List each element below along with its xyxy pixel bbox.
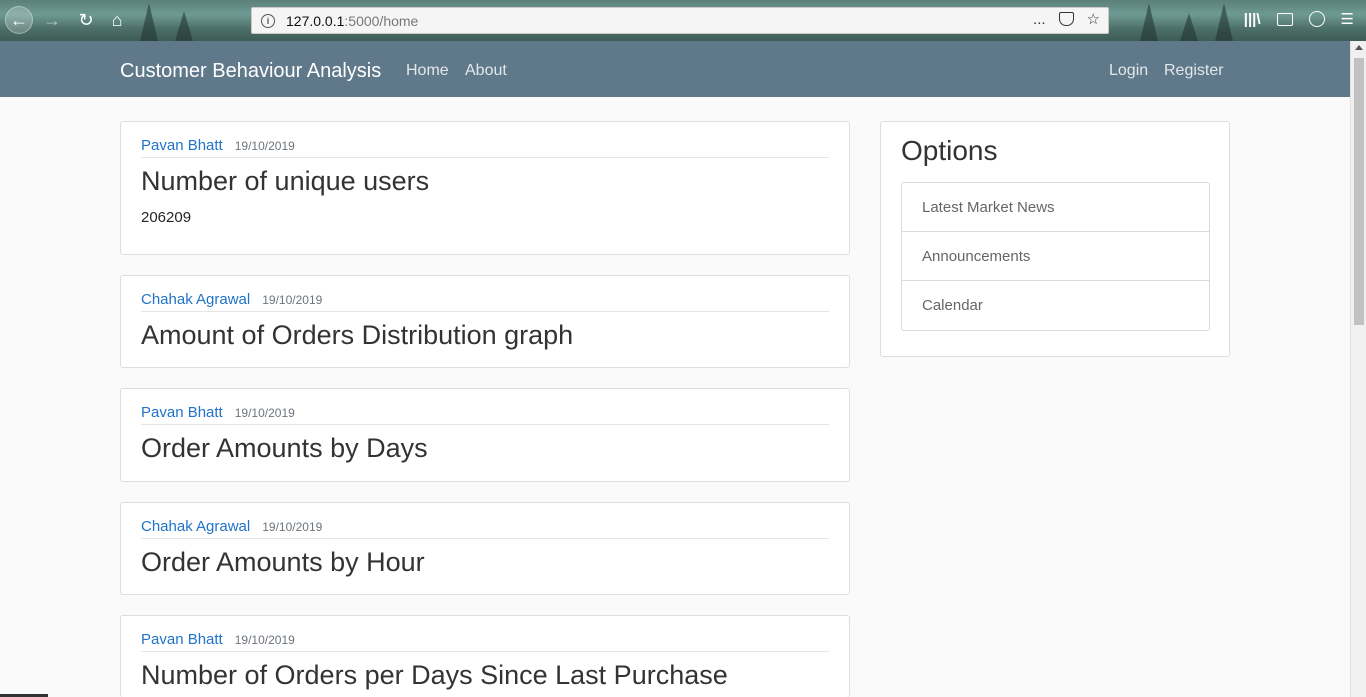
- nav-about-link[interactable]: About: [465, 62, 507, 80]
- background-tree: [1140, 3, 1158, 41]
- url-path: :5000/home: [344, 12, 419, 29]
- forward-button[interactable]: →: [38, 6, 66, 34]
- background-tree: [1180, 13, 1198, 41]
- background-tree: [1215, 3, 1233, 41]
- menu-icon[interactable]: ☰: [1341, 10, 1354, 28]
- background-tree: [175, 11, 193, 41]
- post-card: Pavan Bhatt 19/10/2019 Order Amounts by …: [120, 388, 850, 482]
- library-icon[interactable]: |||\: [1244, 11, 1261, 28]
- post-date: 19/10/2019: [234, 633, 295, 647]
- options-list: Latest Market News Announcements Calenda…: [901, 182, 1210, 331]
- background-tree: [140, 3, 158, 41]
- browser-toolbar: ← → ↻ ⌂ i 127.0.0.1:5000/home ... ☆ |||\…: [0, 0, 1366, 41]
- site-brand[interactable]: Customer Behaviour Analysis: [120, 60, 381, 83]
- page-scrollbar[interactable]: [1350, 41, 1366, 697]
- nav-register-link[interactable]: Register: [1164, 62, 1224, 80]
- sidebar-item-calendar[interactable]: Calendar: [902, 281, 1209, 330]
- scroll-up-icon[interactable]: [1355, 45, 1363, 50]
- post-date: 19/10/2019: [234, 406, 295, 420]
- info-icon[interactable]: i: [261, 13, 275, 28]
- nav-login-link[interactable]: Login: [1109, 62, 1148, 80]
- url-bar[interactable]: i 127.0.0.1:5000/home ... ☆: [251, 7, 1109, 34]
- sidebar-toggle-icon[interactable]: [1276, 12, 1293, 26]
- post-card: Chahak Agrawal 19/10/2019 Order Amounts …: [120, 502, 850, 595]
- sidebar-title: Options: [901, 135, 998, 166]
- post-author-link[interactable]: Pavan Bhatt: [141, 631, 223, 648]
- home-icon: ⌂: [111, 9, 123, 30]
- post-title-link[interactable]: Number of Orders per Days Since Last Pur…: [141, 659, 829, 691]
- reload-icon: ↻: [78, 9, 94, 30]
- post-title-link[interactable]: Order Amounts by Days: [141, 432, 829, 464]
- site-navbar: Customer Behaviour Analysis Home About L…: [0, 41, 1350, 97]
- post-title-link[interactable]: Order Amounts by Hour: [141, 546, 829, 578]
- bookmark-star-icon[interactable]: ☆: [1087, 10, 1100, 28]
- post-meta: Pavan Bhatt 19/10/2019: [141, 616, 829, 652]
- post-card: Pavan Bhatt 19/10/2019 Number of Orders …: [120, 615, 850, 697]
- pocket-icon[interactable]: [1058, 12, 1074, 26]
- more-actions-icon[interactable]: ...: [1033, 11, 1046, 28]
- post-date: 19/10/2019: [234, 139, 295, 153]
- post-title-link[interactable]: Amount of Orders Distribution graph: [141, 319, 829, 351]
- sidebar-item-announcements[interactable]: Announcements: [902, 232, 1209, 281]
- post-meta: Pavan Bhatt 19/10/2019: [141, 122, 829, 158]
- scroll-thumb[interactable]: [1354, 58, 1364, 325]
- post-author-link[interactable]: Chahak Agrawal: [141, 518, 250, 535]
- post-meta: Pavan Bhatt 19/10/2019: [141, 389, 829, 425]
- post-meta: Chahak Agrawal 19/10/2019: [141, 503, 829, 539]
- account-icon[interactable]: [1308, 11, 1325, 27]
- post-meta: Chahak Agrawal 19/10/2019: [141, 276, 829, 312]
- post-date: 19/10/2019: [262, 520, 323, 534]
- arrow-right-icon: →: [43, 9, 61, 30]
- back-button[interactable]: ←: [5, 6, 33, 34]
- home-button[interactable]: ⌂: [103, 6, 131, 34]
- arrow-left-icon: ←: [10, 9, 28, 30]
- options-sidebar: Options Latest Market News Announcements…: [880, 121, 1230, 357]
- post-content: 206209: [141, 209, 192, 226]
- sidebar-item-latest-market-news[interactable]: Latest Market News: [902, 183, 1209, 232]
- url-host: 127.0.0.1: [286, 12, 345, 29]
- post-title-link[interactable]: Number of unique users: [141, 165, 829, 197]
- post-date: 19/10/2019: [262, 293, 323, 307]
- post-card: Chahak Agrawal 19/10/2019 Amount of Orde…: [120, 275, 850, 368]
- nav-home-link[interactable]: Home: [406, 62, 449, 80]
- post-author-link[interactable]: Pavan Bhatt: [141, 404, 223, 421]
- post-author-link[interactable]: Pavan Bhatt: [141, 137, 223, 154]
- post-author-link[interactable]: Chahak Agrawal: [141, 291, 250, 308]
- post-card: Pavan Bhatt 19/10/2019 Number of unique …: [120, 121, 850, 255]
- reload-button[interactable]: ↻: [72, 6, 100, 34]
